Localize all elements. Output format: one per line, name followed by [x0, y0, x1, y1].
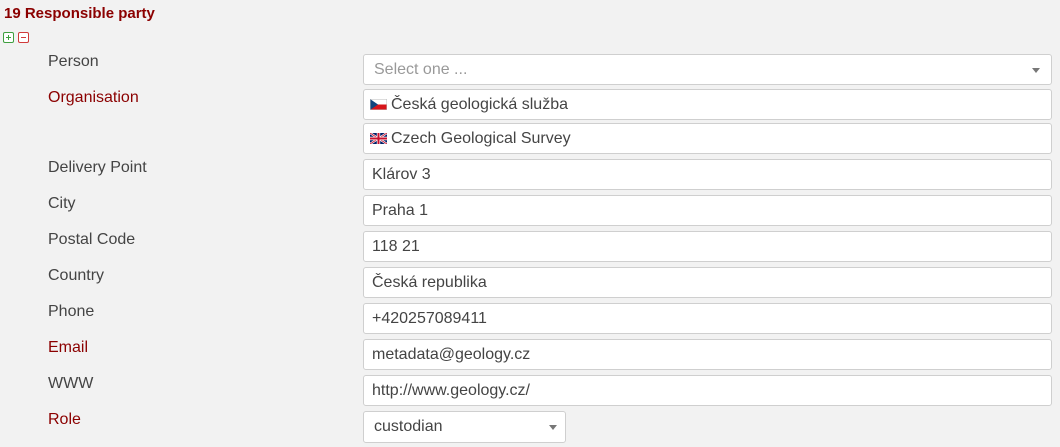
country-input[interactable]: Česká republika [363, 267, 1052, 298]
email-value: metadata@geology.cz [372, 345, 531, 363]
role-select-value: custodian [374, 418, 443, 435]
organisation-field-cs[interactable]: Česká geologická služba [363, 89, 1052, 120]
delivery-point-input[interactable]: Klárov 3 [363, 159, 1052, 190]
country-value: Česká republika [372, 273, 487, 291]
add-icon[interactable] [3, 32, 14, 43]
www-label: WWW [48, 375, 94, 392]
section-title: 19 Responsible party [4, 5, 155, 22]
country-label: Country [48, 267, 105, 284]
person-select-placeholder: Select one ... [374, 60, 468, 78]
city-label: City [48, 195, 76, 212]
phone-value: +420257089411 [372, 309, 487, 327]
czech-flag-icon [370, 99, 387, 110]
postal-code-value: 118 21 [372, 237, 420, 255]
organisation-value-cs: Česká geologická služba [391, 95, 568, 113]
email-label: Email [48, 339, 89, 356]
city-input[interactable]: Praha 1 [363, 195, 1052, 226]
organisation-value-en: Czech Geological Survey [391, 129, 571, 147]
person-select[interactable]: Select one ... [363, 54, 1052, 85]
role-label: Role [48, 411, 81, 428]
role-select[interactable]: custodian [363, 411, 566, 443]
www-input[interactable]: http://www.geology.cz/ [363, 375, 1052, 406]
postal-code-input[interactable]: 118 21 [363, 231, 1052, 262]
uk-flag-icon [370, 133, 387, 144]
email-input[interactable]: metadata@geology.cz [363, 339, 1052, 370]
chevron-down-icon [549, 425, 557, 430]
chevron-down-icon [1032, 68, 1040, 73]
city-value: Praha 1 [372, 201, 429, 219]
delivery-point-value: Klárov 3 [372, 165, 431, 183]
phone-input[interactable]: +420257089411 [363, 303, 1052, 334]
delivery-point-label: Delivery Point [48, 159, 147, 176]
phone-label: Phone [48, 303, 95, 320]
organisation-field-en[interactable]: Czech Geological Survey [363, 123, 1052, 154]
remove-icon[interactable] [18, 32, 29, 43]
organisation-label: Organisation [48, 89, 139, 106]
postal-code-label: Postal Code [48, 231, 136, 248]
person-label: Person [48, 53, 99, 70]
www-value: http://www.geology.cz/ [372, 381, 530, 399]
